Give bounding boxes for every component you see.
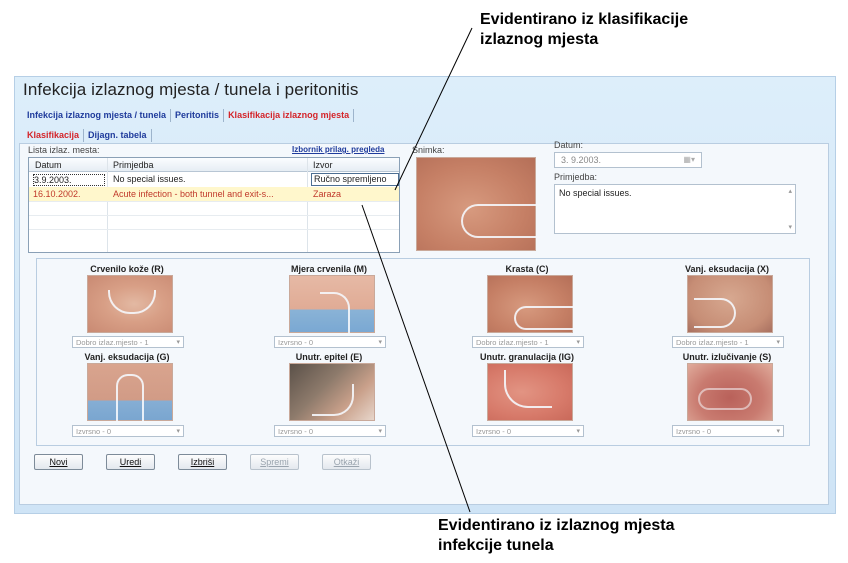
category-value: Dobro izlaz.mjesto - 1 <box>76 338 149 347</box>
category-title: Unutr. granulacija (IG) <box>479 352 574 362</box>
izbrisi-button[interactable]: Izbriši <box>178 454 227 470</box>
row-note: Acute infection - both tunnel and exit-s… <box>113 189 274 199</box>
category-select[interactable]: Izvrsno - 0 ▾ <box>72 425 184 437</box>
category-title: Krasta (C) <box>505 264 549 274</box>
row-date: 16.10.2002. <box>33 189 81 199</box>
tab-infekcija[interactable]: Infekcija izlaznog mjesta / tunela <box>23 109 172 122</box>
sub-tabs: Klasifikacija Dijagn. tabela <box>23 129 152 142</box>
content-area: Lista izlaz. mesta: Izbornik prilag. pre… <box>19 140 829 505</box>
category-value: Izvrsno - 0 <box>278 338 314 347</box>
list-header: Datum Primjedba Izvor <box>29 158 399 172</box>
category-select[interactable]: Dobro izlaz.mjesto - 1 ▾ <box>472 336 584 348</box>
chevron-down-icon: ▾ <box>776 339 780 346</box>
category-select[interactable]: Izvrsno - 0 ▾ <box>472 425 584 437</box>
row-source: Zaraza <box>313 189 342 199</box>
otkazi-button[interactable]: Otkaži <box>322 454 371 470</box>
category-photo <box>87 275 173 333</box>
list-label: Lista izlaz. mesta: <box>28 145 100 155</box>
category-value: Dobro izlaz.mjesto - 1 <box>676 338 749 347</box>
category-photo <box>687 275 773 333</box>
snimka-label: Snimka: <box>412 145 445 155</box>
col-primjedba[interactable]: Primjedba <box>113 160 154 170</box>
callout-bottom: Evidentirano iz izlaznog mjesta infekcij… <box>438 517 675 554</box>
table-row[interactable]: 16.10.2002. Acute infection - both tunne… <box>29 187 399 201</box>
category-photo <box>289 363 375 421</box>
col-izvor[interactable]: Izvor <box>313 160 333 170</box>
datum-value: 3. 9.2003. <box>561 155 602 165</box>
customize-view-link[interactable]: Izbornik prilag. pregleda <box>292 145 384 154</box>
category-photo <box>487 363 573 421</box>
scroll-up-icon[interactable]: ▴ <box>788 187 792 195</box>
chevron-down-icon: ▾ <box>576 428 580 435</box>
tab-peritonitis[interactable]: Peritonitis <box>171 109 225 122</box>
scroll-down-icon[interactable]: ▾ <box>788 223 792 231</box>
category-value: Dobro izlaz.mjesto - 1 <box>476 338 549 347</box>
category-title: Mjera crvenila (M) <box>290 264 368 274</box>
primjedba-value: No special issues. <box>559 188 632 198</box>
category-select[interactable]: Izvrsno - 0 ▾ <box>672 425 784 437</box>
uredi-button[interactable]: Uredi <box>106 454 155 470</box>
callout-top: Evidentirano iz klasifikacije izlaznog m… <box>480 11 689 48</box>
category-title: Vanj. eksudacija (X) <box>684 264 770 274</box>
row-date: 3.9.2003. <box>33 174 105 186</box>
category-value: Izvrsno - 0 <box>76 427 112 436</box>
chevron-down-icon: ▾ <box>776 428 780 435</box>
spremi-button[interactable]: Spremi <box>250 454 299 470</box>
category-select[interactable]: Izvrsno - 0 ▾ <box>274 336 386 348</box>
primjedba-field[interactable]: No special issues. ▴ ▾ <box>554 184 796 234</box>
category-photo <box>87 363 173 422</box>
chevron-down-icon: ▾ <box>378 339 382 346</box>
col-datum[interactable]: Datum <box>35 160 62 170</box>
datum-label: Datum: <box>554 140 584 150</box>
tab-klasifikacija[interactable]: Klasifikacija <box>23 129 85 142</box>
category-title: Unutr. epitel (E) <box>295 352 363 362</box>
main-tabs: Infekcija izlaznog mjesta / tunela Perit… <box>23 109 355 122</box>
row-source: Ručno spremljeno <box>311 173 399 186</box>
category-select[interactable]: Dobro izlaz.mjesto - 1 ▾ <box>672 336 784 348</box>
category-photo <box>687 363 773 421</box>
chevron-down-icon: ▾ <box>378 428 382 435</box>
category-select[interactable]: Dobro izlaz.mjesto - 1 ▾ <box>72 336 184 348</box>
window-title: Infekcija izlaznog mjesta / tunela i per… <box>23 80 359 99</box>
category-value: Izvrsno - 0 <box>476 427 512 436</box>
snapshot-image <box>416 157 543 251</box>
chevron-down-icon: ▾ <box>176 339 180 346</box>
category-title: Crvenilo kože (R) <box>90 264 164 274</box>
primjedba-label: Primjedba: <box>554 172 598 182</box>
category-title: Unutr. izlučivanje (S) <box>682 352 772 362</box>
category-photo <box>487 275 574 333</box>
exit-site-list[interactable]: Datum Primjedba Izvor 3.9.2003. No speci… <box>28 157 400 253</box>
chevron-down-icon: ▾ <box>176 428 180 435</box>
category-title: Vanj. eksudacija (G) <box>84 352 170 362</box>
tab-dijagn-tabela[interactable]: Dijagn. tabela <box>84 129 152 142</box>
category-value: Izvrsno - 0 <box>676 427 712 436</box>
calendar-icon[interactable]: ▦▾ <box>683 155 695 164</box>
row-note: No special issues. <box>113 174 186 184</box>
category-select[interactable]: Izvrsno - 0 ▾ <box>274 425 386 437</box>
novi-button[interactable]: Novi <box>34 454 83 470</box>
category-value: Izvrsno - 0 <box>278 427 314 436</box>
chevron-down-icon: ▾ <box>576 339 580 346</box>
tab-klasifikacija-izlaznog-mjesta[interactable]: Klasifikacija izlaznog mjesta <box>224 109 355 122</box>
classification-panel: Crvenilo kože (R) Dobro izlaz.mjesto - 1… <box>36 258 810 446</box>
table-row[interactable]: 3.9.2003. No special issues. Ručno sprem… <box>29 172 399 186</box>
category-photo <box>289 275 375 334</box>
datum-field[interactable]: 3. 9.2003. ▦▾ <box>554 152 702 168</box>
app-window: Infekcija izlaznog mjesta / tunela i per… <box>14 76 836 514</box>
